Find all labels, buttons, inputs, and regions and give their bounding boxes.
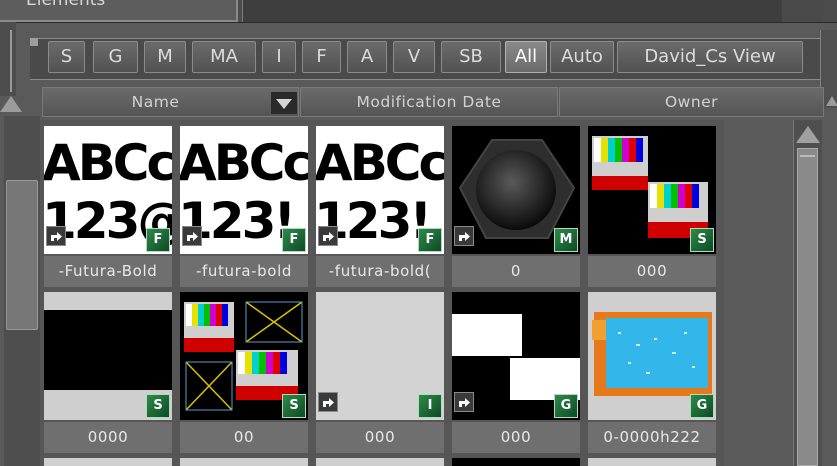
item-name: -Futura-Bold (44, 256, 172, 287)
link-arrow-icon (454, 226, 474, 246)
tab-filter-v[interactable]: V (393, 41, 435, 73)
thumbnail-grid-empty-column (724, 120, 792, 466)
geometry-thumbnail: G (452, 292, 580, 420)
column-header-owner-label: Owner (664, 93, 719, 111)
item-name: -futura-bold( (316, 256, 444, 287)
item-name: 00 (180, 422, 308, 453)
left-scroll-up-arrow-icon[interactable] (0, 96, 22, 112)
tab-filter-all[interactable]: All (505, 41, 547, 73)
type-badge-font: F (146, 228, 170, 252)
font-thumbnail: ABCc 123! F (316, 126, 444, 254)
type-badge-font: F (418, 228, 442, 252)
left-frame-divider (10, 30, 12, 92)
type-badge-scene: S (146, 394, 170, 418)
scene-thumbnail: S (180, 292, 308, 420)
link-arrow-icon (318, 392, 338, 412)
type-badge-material: M (554, 228, 578, 252)
tab-filter-m[interactable]: M (144, 41, 186, 73)
tab-filter-g[interactable]: G (93, 41, 138, 73)
right-frame (822, 120, 837, 466)
top-right-button[interactable] (782, 0, 822, 22)
link-arrow-icon (318, 226, 338, 246)
material-thumbnail: M (452, 126, 580, 254)
geometry-thumbnail: G (588, 292, 716, 420)
item-name: -futura-bold (180, 256, 308, 287)
item-name: 0-0000h222 (588, 422, 716, 453)
panel-title-bar[interactable]: Elements (0, 0, 238, 22)
column-header-modification-date[interactable]: Modification Date (300, 87, 558, 117)
scene-thumbnail: S (588, 126, 716, 254)
tab-filter-f[interactable]: F (302, 41, 341, 73)
list-item[interactable] (588, 458, 716, 466)
header-scroll-up-arrow-icon[interactable] (826, 96, 837, 106)
type-badge-font: F (282, 228, 306, 252)
column-header-name-label: Name (131, 93, 180, 111)
item-name: 000 (452, 422, 580, 453)
item-name: 0 (452, 256, 580, 287)
font-thumbnail: ABCc 123! F (180, 126, 308, 254)
scroll-up-arrow-icon[interactable] (796, 126, 820, 143)
left-frame (0, 22, 16, 96)
tab-filter-a[interactable]: A (347, 41, 387, 73)
type-badge-geometry: G (690, 394, 714, 418)
tab-filter-i[interactable]: I (262, 41, 296, 73)
column-header-date-label: Modification Date (356, 93, 502, 111)
tab-david-cs-view[interactable]: David_Cs View (617, 41, 803, 73)
tab-filter-auto[interactable]: Auto (550, 41, 614, 73)
type-badge-image: I (418, 394, 442, 418)
scene-thumbnail: S (44, 292, 172, 420)
column-header-name[interactable]: Name (42, 87, 299, 117)
list-item[interactable] (316, 458, 444, 466)
black-band-preview (44, 310, 172, 390)
scrollbar-grip (800, 155, 815, 157)
font-thumbnail: ABCc 123@ F (44, 126, 172, 254)
image-thumbnail: I (316, 292, 444, 420)
link-arrow-icon (46, 226, 66, 246)
type-badge-geometry: G (554, 394, 578, 418)
list-item[interactable] (180, 458, 308, 466)
filter-bar-corner-handle[interactable] (30, 38, 38, 46)
type-badge-scene: S (690, 228, 714, 252)
column-header-owner[interactable]: Owner (559, 87, 824, 117)
type-badge-scene: S (282, 394, 306, 418)
list-item[interactable] (452, 458, 580, 466)
chevron-down-icon (276, 99, 292, 109)
list-item[interactable] (44, 458, 172, 466)
tab-filter-s[interactable]: S (48, 41, 85, 73)
item-name: 0000 (44, 422, 172, 453)
panel-title: Elements (26, 0, 106, 10)
tab-filter-sb[interactable]: SB (441, 41, 501, 73)
white-block-preview (452, 314, 522, 356)
item-name: 000 (588, 256, 716, 287)
left-scrollbar-thumb[interactable] (6, 180, 38, 330)
link-arrow-icon (454, 392, 474, 412)
top-toolbar-field[interactable] (242, 0, 784, 22)
grid-scrollbar-thumb[interactable] (797, 148, 818, 466)
tab-filter-ma[interactable]: MA (192, 41, 256, 73)
link-arrow-icon (182, 226, 202, 246)
item-name: 000 (316, 422, 444, 453)
